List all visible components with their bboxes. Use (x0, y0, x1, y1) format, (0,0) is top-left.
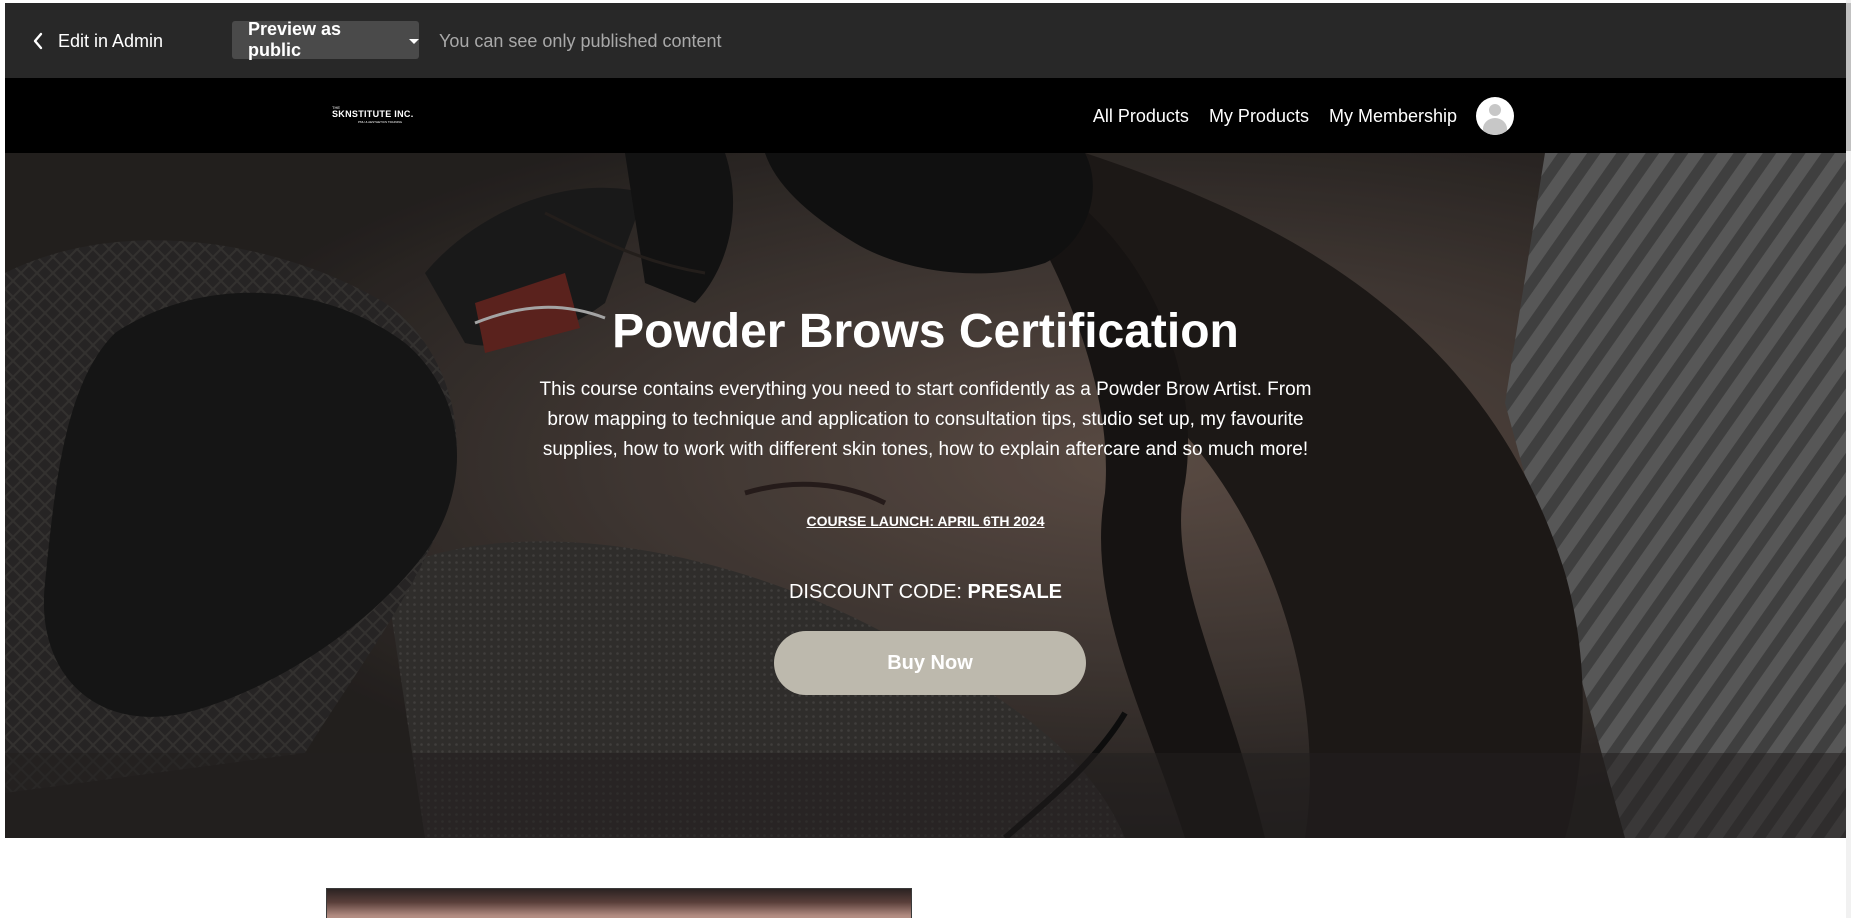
avatar-body-shape (1483, 118, 1507, 135)
site-header: THE SKNSTITUTE INC. PMU & AESTHETICS TRA… (5, 78, 1846, 153)
discount-label: DISCOUNT CODE: (788, 581, 968, 603)
edit-in-admin-link[interactable]: Edit in Admin (32, 29, 163, 53)
course-launch-note: COURSE LAUNCH: APRIL 6TH 2024 (806, 513, 1045, 529)
admin-preview-bar: Edit in Admin Preview as public You can … (5, 3, 1846, 78)
page-scrollbar[interactable] (1846, 0, 1851, 918)
course-description: This course contains everything you need… (539, 379, 1312, 460)
logo-tagline: PMU & AESTHETICS TRAINING (358, 120, 403, 124)
scrollbar-thumb[interactable] (1846, 3, 1851, 151)
buy-now-button[interactable]: Buy Now (774, 631, 1086, 695)
chevron-left-icon (33, 32, 43, 50)
site-logo[interactable]: THE SKNSTITUTE INC. PMU & AESTHETICS TRA… (332, 105, 432, 124)
hero-banner: Powder Brows Certification This course c… (5, 153, 1846, 838)
edit-in-admin-label: Edit in Admin (58, 30, 164, 51)
avatar-head-shape (1489, 104, 1501, 116)
logo-wordmark: SKNSTITUTE INC. (332, 109, 414, 119)
user-avatar-icon[interactable] (1476, 97, 1514, 135)
discount-code-line: DISCOUNT CODE: PRESALE (425, 581, 1426, 604)
preview-note: You can see only published content (439, 31, 722, 51)
nav-link-my-products[interactable]: My Products (1209, 106, 1309, 127)
preview-mode-dropdown[interactable]: Preview as public (232, 19, 419, 60)
hero-content: Powder Brows Certification This course c… (425, 153, 1426, 838)
main-nav: All Products My Products My Membership (1073, 97, 1514, 135)
nav-link-my-membership[interactable]: My Membership (1329, 106, 1457, 127)
discount-code: PRESALE (967, 581, 1062, 603)
caret-down-icon (409, 39, 419, 44)
nav-link-all-products[interactable]: All Products (1093, 106, 1189, 127)
preview-mode-label: Preview as public (248, 19, 342, 60)
product-image (326, 888, 912, 918)
page-frame: Edit in Admin Preview as public You can … (5, 3, 1846, 918)
course-title: Powder Brows Certification (612, 305, 1239, 358)
